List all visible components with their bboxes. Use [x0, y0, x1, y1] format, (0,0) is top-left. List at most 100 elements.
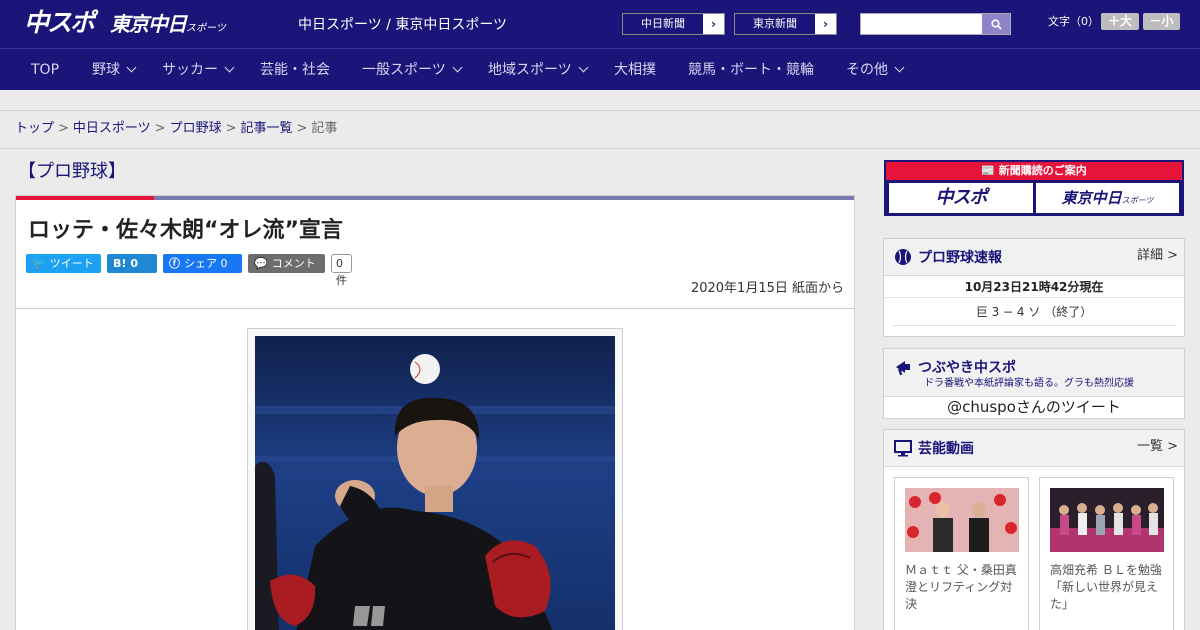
chevron-down-icon — [224, 62, 235, 73]
nav-label: 一般スポーツ — [362, 62, 446, 78]
score-details-link[interactable]: 詳細 > — [1137, 247, 1178, 265]
nav-spacer — [0, 90, 1200, 111]
breadcrumb-article-list[interactable]: 記事一覧 — [241, 121, 293, 136]
tokyo-chunichi-logo-sub: スポーツ — [186, 23, 226, 34]
facebook-count: 0 — [220, 257, 228, 270]
tokyo-shimbun-link[interactable]: 東京新聞 › — [734, 13, 837, 35]
article-top-border — [16, 196, 854, 200]
score-timestamp: 10月23日21時42分現在 — [884, 276, 1184, 298]
subscription-banner[interactable]: 📰 新聞購読のご案内 中スポ 東京中日スポーツ — [884, 160, 1184, 216]
breadcrumb-top[interactable]: トップ — [15, 121, 54, 136]
breadcrumb-chunichi-sports[interactable]: 中日スポーツ — [73, 121, 151, 136]
tokyo-shimbun-label: 東京新聞 — [735, 14, 815, 34]
monitor-icon — [894, 440, 912, 457]
tokyo-chunichi-banner-sub: スポーツ — [1121, 196, 1154, 205]
nav-label: 競馬・ボート・競輪 — [688, 62, 814, 78]
tokyo-chunichi-logo[interactable]: 東京中日スポーツ — [110, 9, 226, 39]
chevron-down-icon — [126, 62, 137, 73]
tweet-button[interactable]: 🐦 ツイート — [26, 254, 101, 273]
facebook-icon: ⓕ — [169, 257, 180, 270]
tweet-handle-link[interactable]: @chuspoさんのツイート — [884, 397, 1184, 417]
nav-label: その他 — [846, 62, 888, 78]
tweet-widget-subtitle: ドラ番戦や本紙評論家も語る。グラも熱烈応援 — [924, 378, 1134, 389]
video-thumbnail-image — [905, 488, 1019, 552]
video-thumbnail — [905, 488, 1019, 552]
breadcrumb: トップ > 中日スポーツ > プロ野球 > 記事一覧 > 記事 — [0, 111, 1200, 149]
comment-label: コメント — [271, 257, 316, 270]
nav-item-top[interactable]: TOP — [31, 49, 59, 91]
nav-label: 地域スポーツ — [488, 62, 572, 78]
nav-label: 大相撲 — [614, 62, 656, 78]
nav-item-racing[interactable]: 競馬・ボート・競輪 — [688, 49, 814, 91]
article-top-accent — [16, 196, 154, 200]
video-caption: 高畑充希 ＢＬを勉強「新しい世界が見えた」 — [1050, 563, 1162, 611]
chevron-right-icon: › — [711, 17, 716, 31]
search-icon — [990, 18, 1002, 30]
hatena-icon: B! — [113, 257, 127, 270]
search-button[interactable] — [982, 14, 1010, 34]
nav-item-other[interactable]: その他 — [846, 49, 905, 91]
entertainment-video-widget: 芸能動画 一覧 > Ｍａｔｔ 父・桑田真澄とリフティング対決 高畑充希 ＢＬを勉… — [883, 429, 1185, 630]
font-size-label: 文字（0） — [1048, 15, 1099, 28]
article-photo-frame — [247, 328, 623, 630]
search-input[interactable] — [861, 14, 983, 34]
chevron-down-icon — [452, 62, 463, 73]
chunichi-shimbun-link[interactable]: 中日新聞 › — [622, 13, 725, 35]
nav-item-sumo[interactable]: 大相撲 — [614, 49, 656, 91]
font-smaller-button[interactable]: －小 — [1143, 13, 1180, 30]
video-widget-title: 芸能動画 — [918, 441, 974, 457]
search-box — [860, 13, 1011, 35]
video-thumbnail — [1050, 488, 1164, 552]
baseball-icon — [895, 249, 911, 265]
site-header: 中スポ 東京中日スポーツ 中日スポーツ / 東京中日スポーツ 中日新聞 › 東京… — [0, 0, 1200, 48]
breadcrumb-current: 記事 — [311, 121, 338, 136]
article-card: ロッテ・佐々木朗“オレ流”宣言 🐦 ツイート B! 0 ⓕ シェア 0 💬 コメント 0… — [15, 195, 855, 630]
article-headline: ロッテ・佐々木朗“オレ流”宣言 — [28, 218, 343, 243]
chevron-right-icon: › — [823, 17, 828, 31]
facebook-share-button[interactable]: ⓕ シェア 0 — [163, 254, 242, 273]
score-game-result[interactable]: 巨 3 − 4 ソ （終了） — [892, 300, 1176, 326]
video-card[interactable]: Ｍａｔｔ 父・桑田真澄とリフティング対決 — [894, 477, 1029, 630]
main-nav: TOP 野球 サッカー 芸能・社会 一般スポーツ 地域スポーツ 大相撲 競馬・ボ… — [0, 48, 1200, 90]
tokyo-chunichi-banner-text: 東京中日 — [1061, 189, 1122, 207]
video-thumbnail-image — [1050, 488, 1164, 552]
breadcrumb-separator: > — [296, 121, 308, 136]
divider — [16, 308, 854, 309]
pitcher-photo-image — [255, 336, 615, 630]
hatena-bookmark-button[interactable]: B! 0 — [107, 254, 157, 273]
video-widget-header: 芸能動画 一覧 > — [884, 430, 1184, 467]
nav-item-entertainment[interactable]: 芸能・社会 — [260, 49, 330, 91]
facebook-share-label: シェア — [184, 257, 217, 270]
nav-item-local-sports[interactable]: 地域スポーツ — [488, 49, 589, 91]
video-list-link[interactable]: 一覧 > — [1137, 438, 1178, 456]
chuspo-logo[interactable]: 中スポ — [24, 7, 95, 39]
nav-label: サッカー — [162, 62, 218, 78]
site-name: 中日スポーツ / 東京中日スポーツ — [298, 17, 508, 33]
tweet-widget: つぶやき中スポ ドラ番戦や本紙評論家も語る。グラも熱烈応援 @chuspoさんの… — [883, 348, 1185, 419]
subscription-title-text: 新聞購読のご案内 — [998, 164, 1087, 177]
font-bigger-button[interactable]: ＋大 — [1101, 13, 1139, 30]
breadcrumb-separator: > — [58, 121, 69, 136]
video-caption: Ｍａｔｔ 父・桑田真澄とリフティング対決 — [905, 563, 1017, 611]
chunichi-shimbun-label: 中日新聞 — [623, 14, 703, 34]
article-photo[interactable] — [255, 336, 615, 630]
video-card[interactable]: 高畑充希 ＢＬを勉強「新しい世界が見えた」 — [1039, 477, 1174, 630]
nav-item-soccer[interactable]: サッカー — [162, 49, 235, 91]
chevron-down-icon — [578, 62, 589, 73]
speech-bubble-icon: 💬 — [254, 257, 268, 270]
twitter-bird-icon: 🐦 — [32, 257, 46, 270]
nav-label: TOP — [31, 62, 60, 78]
nav-item-general-sports[interactable]: 一般スポーツ — [362, 49, 463, 91]
article-date: 2020年1月15日 紙面から — [690, 281, 844, 296]
breadcrumb-separator: > — [154, 121, 166, 136]
chuspo-banner-logo: 中スポ — [889, 183, 1033, 213]
tokyo-chunichi-banner-logo: 東京中日スポーツ — [1036, 183, 1179, 213]
tweet-label: ツイート — [49, 257, 94, 270]
nav-item-baseball[interactable]: 野球 — [92, 49, 137, 91]
comment-button[interactable]: 💬 コメント — [248, 254, 325, 273]
subscription-banner-title: 📰 新聞購読のご案内 — [886, 162, 1182, 180]
score-widget-title: プロ野球速報 — [918, 250, 1002, 266]
hatena-count: 0 — [130, 257, 139, 270]
breadcrumb-pro-baseball[interactable]: プロ野球 — [170, 121, 222, 136]
megaphone-icon — [896, 361, 910, 375]
